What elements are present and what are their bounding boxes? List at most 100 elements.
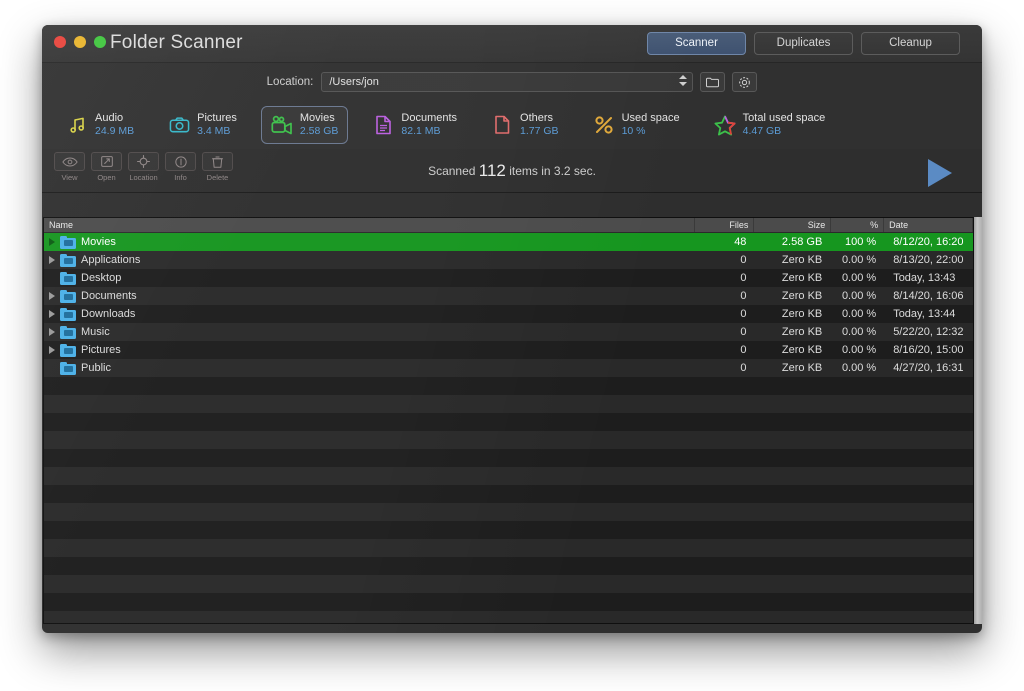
row-percent: 0.00 % [841, 308, 877, 320]
camera-icon [168, 114, 190, 136]
row-files: 0 [740, 308, 747, 320]
scan-status: Scanned 112 items in 3.2 sec. [42, 161, 982, 181]
category-name: Documents [401, 111, 458, 124]
table-row-empty [44, 395, 973, 413]
settings-button[interactable] [732, 72, 758, 92]
category-tile-pictures[interactable]: Pictures 3.4 MB [158, 106, 247, 145]
table-row-empty [44, 485, 973, 503]
browse-folder-button[interactable] [700, 72, 726, 92]
column-header-name[interactable]: Name [44, 218, 695, 232]
star-icon [714, 114, 736, 136]
row-name: Music [81, 326, 110, 338]
zoom-icon[interactable] [94, 36, 106, 48]
folder-icon [60, 235, 76, 249]
row-files: 0 [740, 290, 747, 302]
category-name: Total used space [742, 111, 826, 124]
row-name: Downloads [81, 308, 136, 320]
category-tile-audio[interactable]: Audio 24.9 MB [56, 106, 144, 145]
category-tile-movies[interactable]: Movies 2.58 GB [260, 105, 349, 145]
video-camera-icon [271, 114, 293, 136]
row-percent: 0.00 % [841, 254, 877, 266]
table-row[interactable]: Applications 0 Zero KB 0.00 % 8/13/20, 22:00 [44, 251, 973, 269]
row-name: Applications [81, 254, 141, 266]
row-percent: 0.00 % [841, 344, 877, 356]
chevron-updown-icon[interactable] [678, 75, 687, 91]
table-row[interactable]: Desktop 0 Zero KB 0.00 % Today, 13:43 [44, 269, 973, 287]
category-tile-documents[interactable]: Documents 82.1 MB [362, 106, 467, 145]
category-tile-total-used-space[interactable]: Total used space 4.47 GB [704, 106, 836, 145]
row-size: Zero KB [781, 254, 823, 266]
category-value: 1.77 GB [520, 125, 559, 138]
play-triangle-icon[interactable] [928, 159, 952, 187]
row-size: Zero KB [781, 290, 823, 302]
row-size: Zero KB [781, 272, 823, 284]
table-row-empty [44, 431, 973, 449]
table-row[interactable]: Pictures 0 Zero KB 0.00 % 8/16/20, 15:00 [44, 341, 973, 359]
disclosure-triangle-icon[interactable] [49, 256, 55, 264]
table-row[interactable]: Movies 48 2.58 GB 100 % 8/12/20, 16:20 [44, 233, 973, 251]
row-percent: 0.00 % [841, 272, 877, 284]
table-header: Name Files Size % Date [44, 218, 973, 233]
vertical-scrollbar[interactable] [974, 217, 982, 624]
category-value: 4.47 GB [742, 125, 782, 138]
table-row-empty [44, 377, 973, 395]
location-value: /Users/jon [329, 76, 379, 88]
table-row[interactable]: Documents 0 Zero KB 0.00 % 8/14/20, 16:06 [44, 287, 973, 305]
row-files: 0 [740, 344, 747, 356]
category-tile-used-space[interactable]: Used space 10 % [583, 106, 690, 145]
document-icon [372, 114, 394, 136]
table-body[interactable]: Movies 48 2.58 GB 100 % 8/12/20, 16:20 Applic… [44, 233, 973, 623]
row-name: Desktop [81, 272, 122, 284]
row-date: 8/12/20, 16:20 [893, 236, 964, 248]
location-label: Location: [266, 76, 314, 88]
action-toolbar: View Open Location Info Delete Scanned 1… [42, 149, 982, 193]
table-row[interactable]: Downloads 0 Zero KB 0.00 % Today, 13:44 [44, 305, 973, 323]
column-header-size[interactable]: Size [754, 218, 832, 232]
disclosure-triangle-icon[interactable] [49, 310, 55, 318]
row-date: 5/22/20, 12:32 [893, 326, 964, 338]
column-header-date[interactable]: Date [884, 218, 973, 232]
tab-duplicates[interactable]: Duplicates [754, 32, 853, 55]
category-name: Pictures [197, 111, 237, 124]
row-files: 0 [740, 272, 747, 284]
table-row-empty [44, 503, 973, 521]
minimize-icon[interactable] [74, 36, 86, 48]
row-size: Zero KB [781, 326, 823, 338]
disclosure-triangle-icon[interactable] [49, 346, 55, 354]
row-files: 0 [740, 326, 747, 338]
folder-icon [60, 253, 76, 267]
row-name: Movies [81, 236, 116, 248]
location-input[interactable]: /Users/jon [321, 72, 694, 92]
tab-scanner[interactable]: Scanner [647, 32, 746, 55]
page-title: Folder Scanner [110, 32, 243, 53]
disclosure-triangle-icon[interactable] [49, 328, 55, 336]
folder-icon [60, 343, 76, 357]
category-value: 10 % [621, 125, 646, 138]
table-row[interactable]: Music 0 Zero KB 0.00 % 5/22/20, 12:32 [44, 323, 973, 341]
column-header-percent[interactable]: % [831, 218, 885, 232]
row-percent: 0.00 % [841, 362, 877, 374]
column-header-files[interactable]: Files [695, 218, 755, 232]
tab-cleanup[interactable]: Cleanup [861, 32, 960, 55]
category-value: 82.1 MB [401, 125, 441, 138]
folder-icon [60, 289, 76, 303]
disclosure-triangle-icon[interactable] [49, 292, 55, 300]
table-row-empty [44, 539, 973, 557]
table-row-empty [44, 557, 973, 575]
row-size: Zero KB [781, 344, 823, 356]
disclosure-triangle-icon[interactable] [49, 238, 55, 246]
close-icon[interactable] [54, 36, 66, 48]
category-tile-others[interactable]: Others 1.77 GB [481, 106, 569, 145]
row-name: Documents [81, 290, 137, 302]
table-row-empty [44, 575, 973, 593]
table-row-empty [44, 521, 973, 539]
traffic-lights [54, 36, 106, 48]
app-window: Folder Scanner Scanner Duplicates Cleanu… [42, 25, 982, 633]
row-name: Public [81, 362, 111, 374]
row-date: Today, 13:44 [893, 308, 956, 320]
table-row[interactable]: Public 0 Zero KB 0.00 % 4/27/20, 16:31 [44, 359, 973, 377]
row-size: Zero KB [781, 308, 823, 320]
row-size: 2.58 GB [781, 236, 823, 248]
folder-icon [60, 325, 76, 339]
table-row-empty [44, 413, 973, 431]
